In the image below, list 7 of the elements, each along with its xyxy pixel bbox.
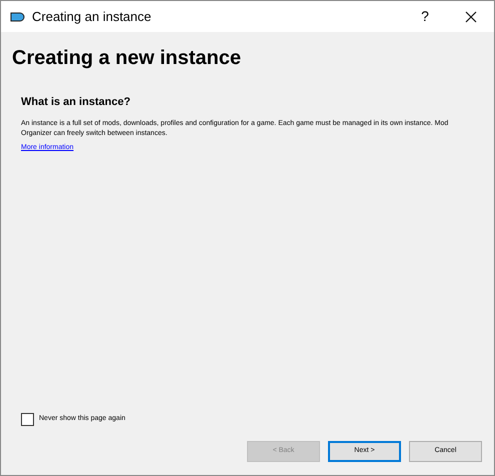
app-icon — [10, 12, 26, 22]
window-title: Creating an instance — [32, 8, 152, 26]
close-icon — [465, 10, 477, 22]
section-title: What is an instance? — [21, 95, 132, 110]
help-button[interactable]: ? — [402, 1, 448, 32]
page-heading: Creating a new instance — [12, 46, 242, 71]
checkbox[interactable] — [21, 413, 34, 426]
